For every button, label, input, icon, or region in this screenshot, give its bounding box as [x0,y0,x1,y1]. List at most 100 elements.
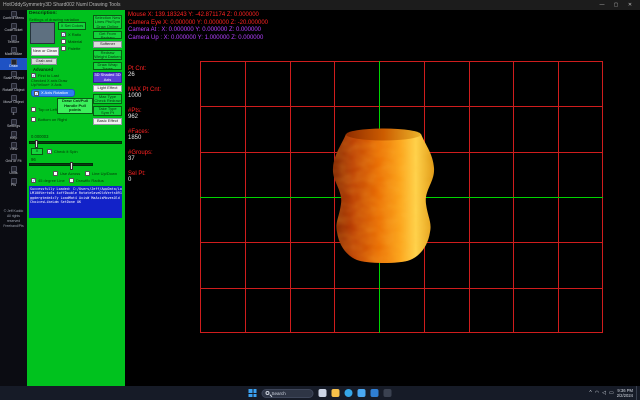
checkbox-label: X Ratio [68,32,81,37]
panel-button-6[interactable]: Light Effect [93,85,122,92]
sidebar-footer: © Jeff Kuddo All rights reserved Freehan… [0,207,27,230]
sidebar-item-label: 4 [0,113,27,117]
secondary-slider[interactable] [29,163,93,166]
find-to-last-checkbox[interactable]: Find to Last [31,73,59,78]
axis-note-text: Checked X axis Draw Up/Yellow+ X Axis [31,79,85,88]
checkbox-label: 45 degree Line [38,178,65,183]
checkbox-label: Material [68,39,82,44]
variation-slider[interactable] [29,141,122,144]
readout-line-2: Camera At : X: 0.000000 Y: 0.000000 Z: 0… [128,27,268,35]
sidebar-item-8[interactable]: 4 [0,106,27,118]
sidebar-item-6[interactable]: Rotate Object [0,82,27,94]
sidebar-item-12[interactable]: Grid or Fit [0,153,27,165]
minimize-button[interactable]: — [595,0,609,10]
panel-button-0[interactable]: Selection New Lines Pts/Sym Draw Online [93,15,122,29]
slider-knob[interactable] [70,162,73,170]
panel-button-4[interactable]: Draw Wrap Types [93,62,122,70]
sidebar-item-9[interactable]: Settings [0,118,27,130]
line-up-down-checkbox[interactable]: Line Up/Down [85,171,117,176]
color-swatch[interactable] [30,22,55,44]
sidebar-item-11[interactable]: View [0,141,27,153]
battery-icon[interactable]: ▭ [609,391,614,396]
panel-button-2[interactable]: Softener [93,41,122,48]
sidebar-item-label: Settings [0,125,27,129]
use-across-checkbox[interactable]: Use Across [53,171,80,176]
tray-clock[interactable]: 9:36 PM 2/2/2024 [617,388,633,399]
store-icon[interactable] [358,389,366,397]
slider-knob[interactable] [35,140,38,148]
panel-button-9[interactable]: Basic Effect [93,118,122,125]
sidebar-item-0[interactable]: Control Menu [0,10,27,22]
bottom-on-right-checkbox[interactable]: Bottom on Right [31,117,67,122]
sidebar-item-7[interactable]: Move Object [0,94,27,106]
start-button[interactable] [249,389,257,397]
wifi-icon[interactable]: ◠ [595,391,599,396]
system-tray: ^ ◠◁▭ 9:36 PM 2/2/2024 [589,386,638,400]
checkbox-box [61,39,66,44]
grab-and-more-button[interactable]: Grab and More [31,58,57,65]
taskbar-search[interactable]: Search [262,389,314,398]
checkbox-label: Use Across [60,171,80,176]
sidebar-item-10[interactable]: Help [0,130,27,142]
sidebar-item-label: Rotate Object [0,89,27,93]
sidebar-item-3[interactable]: Materialize [0,46,27,58]
checkbox-box [31,117,36,122]
stat-value: 1000 [128,93,161,99]
checkbox-label: Bottom on Right [38,117,67,122]
panel-checkbox-2[interactable]: Palette [61,46,80,51]
panel-button-5[interactable]: 3D Shaded 3D Axis [93,72,122,83]
tool-sidebar: Control MenuCodeTicketTextureMaterialize… [0,10,27,386]
deg45-line-checkbox[interactable]: 45 degree Line [31,178,65,183]
panel-button-8[interactable]: Take Type Sym Pt [93,106,122,116]
rights-text: All rights reserved [1,214,26,224]
sidebar-item-1[interactable]: CodeTicket [0,22,27,34]
toggle-label: X Axis Rotation [41,91,68,95]
top-or-left-checkbox[interactable]: Top or Left [31,107,57,112]
app-window-icon[interactable] [371,389,379,397]
panel-checkbox-0[interactable]: X Ratio [61,32,81,37]
panel-button-7[interactable]: Max Type Check Redraw [93,94,122,104]
stats: Pt Cnt:26MAX Pt Cnt:1000#Pts:962#Faces:1… [128,66,161,192]
secondary-value: 96 [31,157,36,162]
sidebar-item-label: Draw [0,65,27,69]
set-colors-button[interactable]: X Set Colors [58,22,86,30]
sidebar-item-label: View [0,148,27,152]
checkbox-box [85,171,90,176]
mini-x-button[interactable]: X [31,148,43,155]
draw-cnt-button[interactable]: Draw Cnt/Pull Handle Pull points [57,98,93,114]
chevron-up-icon[interactable]: ^ [589,391,591,396]
terminal-icon[interactable] [384,389,392,397]
edge-browser-icon[interactable] [345,389,353,397]
maximize-button[interactable]: ▢ [609,0,623,10]
console-box[interactable]: Successfully Loaded: C:/Users/Jeff/AppDa… [29,186,122,218]
taskbar-center: Search [249,386,392,400]
panel-button-3[interactable]: Redraw Weight Darken [93,50,122,60]
sidebar-item-2[interactable]: Texture [0,34,27,46]
x-axis-rotation-toggle[interactable]: X Axis Rotation [31,89,75,97]
check-it-spin-checkbox[interactable]: Check it Spin [47,149,78,154]
drawific-radius-checkbox[interactable]: Drawific Radius [69,178,104,183]
new-or-clean-button[interactable]: New or Clean [31,47,59,56]
show-desktop-button[interactable] [636,386,638,400]
stat-value: 26 [128,72,161,78]
volume-icon[interactable]: ◁ [602,391,606,396]
sidebar-item-5[interactable]: Scale Object [0,70,27,82]
checkbox-label: Find to Last [38,73,59,78]
checkbox-box [61,32,66,37]
sidebar-item-label: Pts [0,184,27,188]
sidebar-item-4[interactable]: Draw [0,58,27,70]
checkbox-box [34,91,39,96]
checkbox-box [53,171,58,176]
sidebar-item-13[interactable]: Units [0,165,27,177]
checkbox-label: Check it Spin [54,149,78,154]
task-view-icon[interactable] [319,389,327,397]
sidebar-item-14[interactable]: Pts [0,177,27,189]
close-button[interactable]: ✕ [623,0,637,10]
sidebar-item-label: Scale Object [0,77,27,81]
file-explorer-icon[interactable] [332,389,340,397]
vase-3d-object[interactable] [327,124,440,270]
panel-button-1[interactable]: Get From Redraw [93,31,122,39]
stat-0: Pt Cnt:26 [128,66,161,78]
panel-checkbox-1[interactable]: Material [61,39,82,44]
description-label: Description: [29,11,57,16]
